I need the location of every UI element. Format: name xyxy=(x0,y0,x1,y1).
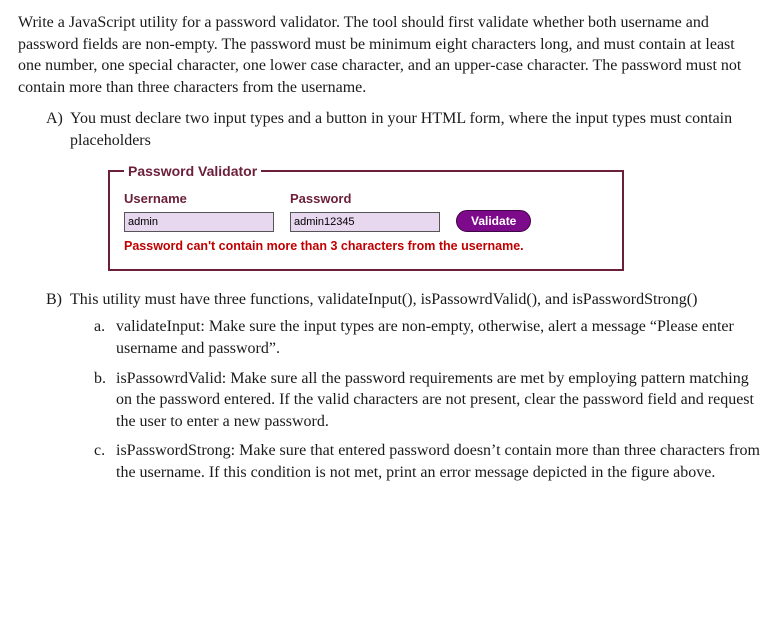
list-item-A-text: You must declare two input types and a b… xyxy=(70,108,760,151)
sub-list: a. validateInput: Make sure the input ty… xyxy=(94,316,760,483)
validate-button[interactable]: Validate xyxy=(456,210,531,232)
list-item-B-label: B) xyxy=(46,289,70,492)
button-column: Validate xyxy=(456,210,531,232)
sub-item-a: a. validateInput: Make sure the input ty… xyxy=(94,316,760,359)
intro-paragraph: Write a JavaScript utility for a passwor… xyxy=(18,12,760,98)
sub-item-c-label: c. xyxy=(94,440,116,483)
list-item-A: A) You must declare two input types and … xyxy=(46,108,760,151)
ordered-list: A) You must declare two input types and … xyxy=(46,108,760,491)
fieldset-legend: Password Validator xyxy=(124,162,261,181)
password-input[interactable] xyxy=(290,212,440,232)
list-item-B-text: This utility must have three functions, … xyxy=(70,291,697,308)
sub-item-b-label: b. xyxy=(94,368,116,433)
password-column: Password xyxy=(290,190,440,232)
sub-item-a-label: a. xyxy=(94,316,116,359)
username-column: Username xyxy=(124,190,274,232)
form-row: Username Password Validate xyxy=(124,190,604,232)
username-label: Username xyxy=(124,190,274,208)
sub-item-c-text: isPasswordStrong: Make sure that entered… xyxy=(116,440,760,483)
password-label: Password xyxy=(290,190,440,208)
username-input[interactable] xyxy=(124,212,274,232)
list-item-A-label: A) xyxy=(46,108,70,151)
sub-item-b-text: isPassowrdValid: Make sure all the passw… xyxy=(116,368,760,433)
error-message: Password can't contain more than 3 chara… xyxy=(124,238,604,255)
sub-item-c: c. isPasswordStrong: Make sure that ente… xyxy=(94,440,760,483)
form-figure: Password Validator Username Password Val… xyxy=(106,162,626,271)
sub-item-b: b. isPassowrdValid: Make sure all the pa… xyxy=(94,368,760,433)
sub-item-a-text: validateInput: Make sure the input types… xyxy=(116,316,760,359)
list-item-B: B) This utility must have three function… xyxy=(46,289,760,492)
password-validator-fieldset: Password Validator Username Password Val… xyxy=(108,162,624,271)
